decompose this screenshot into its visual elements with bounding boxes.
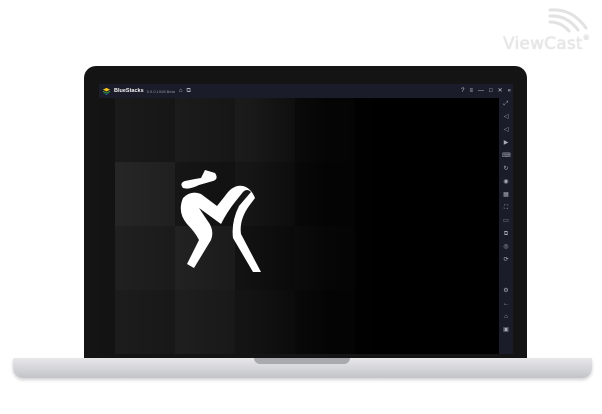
home-icon[interactable]: ⌂: [179, 88, 183, 94]
window-controls: ? ≡ — □ ✕ «: [461, 84, 511, 98]
dark-gradient-overlay: [115, 98, 499, 354]
gamepad-icon[interactable]: ◉: [502, 178, 510, 186]
multi-instance-icon[interactable]: ⧉: [187, 88, 191, 94]
fullscreen-icon[interactable]: ⤢: [502, 100, 510, 108]
multi-window-icon[interactable]: ⧉: [502, 230, 510, 238]
menu-icon[interactable]: ≡: [469, 88, 473, 94]
rotate-icon[interactable]: ↻: [502, 165, 510, 173]
settings-icon[interactable]: ⚙: [502, 287, 510, 295]
app-name: BlueStacks: [114, 88, 144, 94]
bluestacks-logo-icon: [102, 87, 111, 95]
home-icon[interactable]: ⌂: [502, 313, 510, 321]
help-icon[interactable]: ?: [461, 88, 464, 94]
broadcast-arcs-icon: [548, 8, 588, 33]
volume-up-icon[interactable]: ◁: [502, 113, 510, 121]
back-icon[interactable]: ←: [502, 300, 510, 308]
screenshot-icon[interactable]: ⛶: [502, 204, 510, 212]
watermark-text: ViewCast®: [503, 34, 590, 54]
emulator-sidebar: ⤢ ◁ ◁ ▶ ⌨ ↻ ◉ ▦ ⛶ ▭ ⧉ ◎ ⟳ ⚙ ← ⌂ ▣: [499, 98, 513, 354]
collapse-icon[interactable]: «: [508, 88, 511, 94]
minimize-icon[interactable]: —: [478, 88, 484, 94]
volume-down-icon[interactable]: ◁: [502, 126, 510, 134]
maximize-icon[interactable]: □: [489, 88, 493, 94]
sync-icon[interactable]: ⟳: [502, 256, 510, 264]
laptop-notch: [254, 358, 350, 364]
app-splash-screen[interactable]: [99, 98, 499, 354]
viewcast-watermark: ViewCast®: [503, 6, 592, 54]
recent-apps-icon[interactable]: ▣: [502, 326, 510, 334]
emulator-titlebar: BlueStacks 5.9.0.1008 Beta ⌂ ⧉ ? ≡ — □ ✕…: [99, 84, 513, 98]
left-strip: [99, 98, 115, 354]
climber-icon: [180, 170, 261, 272]
app-version: 5.9.0.1008 Beta: [146, 88, 175, 94]
eco-mode-icon[interactable]: ◎: [502, 243, 510, 251]
folder-icon[interactable]: ▭: [502, 217, 510, 225]
laptop-screen: BlueStacks 5.9.0.1008 Beta ⌂ ⧉ ? ≡ — □ ✕…: [99, 84, 513, 354]
keyboard-icon[interactable]: ⌨: [502, 152, 511, 160]
play-icon[interactable]: ▶: [502, 139, 510, 147]
close-icon[interactable]: ✕: [498, 88, 503, 94]
macro-icon[interactable]: ▦: [502, 191, 510, 199]
